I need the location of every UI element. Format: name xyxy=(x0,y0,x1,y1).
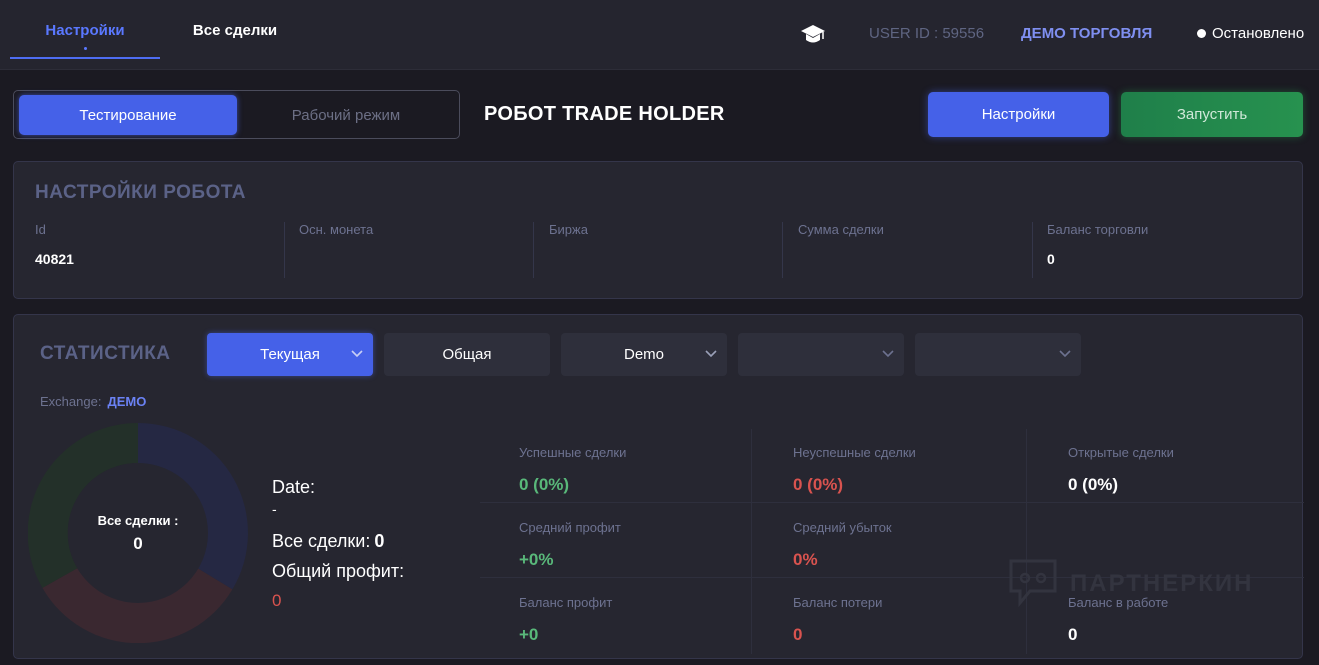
divider xyxy=(1032,222,1033,278)
field-label: Сумма сделки xyxy=(798,222,884,237)
tab-all-deals[interactable]: Все сделки xyxy=(160,0,310,60)
active-tab-underline xyxy=(10,57,160,59)
tab-all-deals-label: Все сделки xyxy=(192,21,278,39)
chevron-down-icon xyxy=(882,350,894,358)
dropdown-label: Текущая xyxy=(260,346,320,363)
mode-switch: Тестирование Рабочий режим xyxy=(13,90,460,139)
stat-value: 0 (0%) xyxy=(519,475,570,494)
stat-label: Баланс профит xyxy=(519,595,613,610)
graduation-cap-icon[interactable] xyxy=(800,22,826,46)
top-navbar: Настройки Все сделки USER ID : 59556 ДЕМ… xyxy=(0,0,1319,70)
dropdown-label: Общая xyxy=(442,346,492,363)
summary-date-value: - xyxy=(272,501,277,517)
stat-balance-loss: Баланс потери 0 xyxy=(793,595,882,645)
field-trade-balance: Баланс торговли 0 xyxy=(1047,222,1277,280)
deals-donut-chart xyxy=(28,423,248,643)
field-base-coin: Осн. монета xyxy=(299,222,529,280)
field-label: Осн. монета xyxy=(299,222,374,237)
grid-divider xyxy=(1026,429,1027,654)
field-value: 0 xyxy=(1047,251,1055,267)
grid-divider xyxy=(751,429,752,654)
total-button[interactable]: Общая xyxy=(384,333,550,376)
stat-average-loss: Средний убыток 0% xyxy=(793,520,892,570)
active-tab-dot xyxy=(84,47,87,50)
divider xyxy=(284,222,285,278)
summary-profit-value: 0 xyxy=(272,591,282,610)
field-label: Биржа xyxy=(549,222,588,237)
field-id: Id 40821 xyxy=(35,222,275,280)
stat-label: Открытые сделки xyxy=(1068,445,1174,460)
chevron-down-icon xyxy=(705,350,717,358)
summary-all-deals: Все сделки: 0 xyxy=(272,531,384,552)
tab-settings[interactable]: Настройки xyxy=(10,0,160,60)
robot-title: РОБОТ TRADE HOLDER xyxy=(484,103,725,125)
field-exchange: Биржа xyxy=(549,222,779,280)
stat-label: Неуспешные сделки xyxy=(793,445,916,460)
watermark-logo-icon xyxy=(1009,559,1057,608)
field-deal-amount: Сумма сделки xyxy=(798,222,1028,280)
exchange-label: Exchange: xyxy=(40,394,102,409)
filter-dropdown-1[interactable] xyxy=(738,333,904,376)
field-label: Баланс торговли xyxy=(1047,222,1149,237)
summary-date-label: Date: xyxy=(272,477,316,497)
statistics-title: СТАТИСТИКА xyxy=(40,343,171,364)
stat-successful-deals: Успешные сделки 0 (0%) xyxy=(519,445,626,495)
watermark-text: ПАРТНЕРКИН xyxy=(1070,570,1254,597)
exchange-info: Exchange: ДЕМО xyxy=(40,394,146,409)
stat-value: +0% xyxy=(519,550,554,569)
stat-value: 0 xyxy=(793,625,803,644)
stat-balance-profit: Баланс профит +0 xyxy=(519,595,612,645)
filter-dropdown-2[interactable] xyxy=(915,333,1081,376)
stat-label: Баланс потери xyxy=(793,595,883,610)
donut-hole xyxy=(68,463,208,603)
field-label: Id xyxy=(35,222,46,237)
robot-settings-title: НАСТРОЙКИ РОБОТА xyxy=(35,182,246,203)
stat-value: 0% xyxy=(793,550,818,569)
divider xyxy=(533,222,534,278)
status-text: Остановлено xyxy=(1212,25,1305,42)
status-dot-icon xyxy=(1197,29,1206,38)
stat-failed-deals: Неуспешные сделки 0 (0%) xyxy=(793,445,916,495)
period-dropdown[interactable]: Текущая xyxy=(207,333,373,376)
donut-value: 0 xyxy=(133,534,143,553)
grid-divider xyxy=(480,502,1304,503)
test-mode-button[interactable]: Тестирование xyxy=(19,95,237,135)
watermark: ПАРТНЕРКИН xyxy=(1008,558,1254,610)
robot-settings-card: НАСТРОЙКИ РОБОТА Id 40821 Осн. монета Би… xyxy=(13,161,1303,299)
user-id: USER ID : 59556 xyxy=(869,25,985,42)
run-button[interactable]: Запустить xyxy=(1121,92,1303,137)
summary-all-label: Все сделки: xyxy=(272,531,371,551)
summary-profit-label: Общий профит: xyxy=(272,561,405,581)
robot-status: Остановлено xyxy=(1197,25,1304,42)
stat-label: Средний убыток xyxy=(793,520,892,535)
dropdown-label: Demo xyxy=(623,346,664,363)
stat-value: +0 xyxy=(519,625,539,644)
chevron-down-icon xyxy=(351,350,363,358)
trade-mode-link[interactable]: ДЕМО ТОРГОВЛЯ xyxy=(1021,25,1152,42)
account-dropdown[interactable]: Demo xyxy=(561,333,727,376)
stat-label: Средний профит xyxy=(519,520,621,535)
stat-value: 0 (0%) xyxy=(1068,475,1119,494)
stat-label: Успешные сделки xyxy=(519,445,627,460)
divider xyxy=(782,222,783,278)
stat-average-profit: Средний профит +0% xyxy=(519,520,621,570)
summary-all-value: 0 xyxy=(374,531,385,551)
tab-settings-label: Настройки xyxy=(45,21,125,39)
chevron-down-icon xyxy=(1059,350,1071,358)
exchange-value: ДЕМО xyxy=(107,394,147,409)
work-mode-button[interactable]: Рабочий режим xyxy=(237,95,455,135)
field-value: 40821 xyxy=(35,251,74,267)
stat-open-deals: Открытые сделки 0 (0%) xyxy=(1068,445,1174,495)
stat-value: 0 (0%) xyxy=(793,475,844,494)
stat-value: 0 xyxy=(1068,625,1078,644)
donut-label: Все сделки : xyxy=(97,513,179,528)
settings-button[interactable]: Настройки xyxy=(928,92,1109,137)
